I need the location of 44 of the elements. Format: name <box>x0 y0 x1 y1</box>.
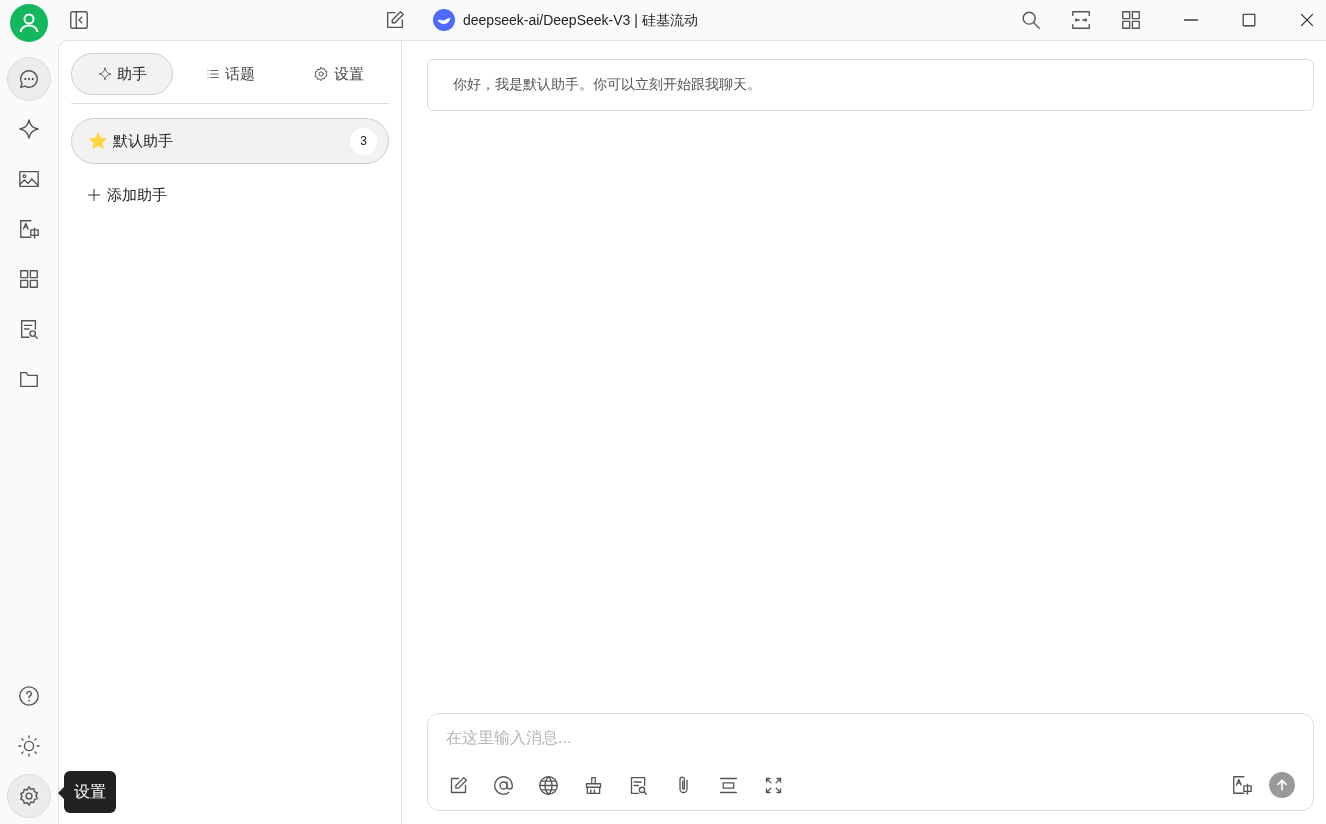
assistant-item[interactable]: 默认助手 3 <box>71 118 389 164</box>
minimize-icon <box>1184 19 1198 21</box>
help-icon <box>18 685 40 707</box>
search-icon <box>1020 9 1042 31</box>
message-text: 你好，我是默认助手。你可以立刻开始跟我聊天。 <box>427 59 1314 112</box>
model-title[interactable]: deepseek-ai/DeepSeek-V3 | 硅基流动 <box>463 9 698 31</box>
arrow-up-icon <box>1274 777 1290 793</box>
translate-icon <box>1231 774 1253 796</box>
message-input-field[interactable]: 在这里输入消息... <box>446 724 1295 752</box>
assistant-name: 默认助手 <box>113 130 173 151</box>
settings-icon <box>18 785 40 807</box>
document-search-icon <box>18 318 40 340</box>
add-assistant-button[interactable]: 添加助手 <box>86 184 167 207</box>
sun-icon <box>18 735 40 757</box>
edit-icon <box>384 9 406 31</box>
plus-icon <box>86 187 102 204</box>
settings-icon <box>312 66 329 82</box>
image-icon <box>18 168 40 190</box>
translate-icon <box>18 218 40 240</box>
star-icon <box>89 132 107 150</box>
toolbar-button[interactable] <box>536 773 560 797</box>
sparkle-icon <box>18 118 40 140</box>
apps-grid-icon <box>18 268 40 290</box>
list-icon <box>205 67 220 81</box>
send-button[interactable] <box>1269 772 1295 798</box>
apps-grid-icon <box>1120 9 1142 31</box>
toolbar-button[interactable] <box>491 773 515 797</box>
tooltip: 设置 <box>64 771 116 813</box>
translate-button[interactable] <box>1230 773 1254 797</box>
sidebar-tab[interactable]: 设置 <box>287 53 389 95</box>
fit-width-icon <box>1070 9 1092 31</box>
sidebar-tab[interactable]: 话题 <box>179 53 281 95</box>
topic-count-badge: 3 <box>350 127 377 155</box>
nav-button[interactable] <box>7 774 51 818</box>
nav-button[interactable] <box>7 57 51 101</box>
message-input-box[interactable]: 在这里输入消息... <box>427 713 1314 811</box>
sidebar-collapse-icon <box>68 9 90 31</box>
globe-icon <box>537 774 559 796</box>
sparkle-icon <box>97 67 112 81</box>
at-sign-icon <box>492 774 514 796</box>
avatar-icon[interactable] <box>10 4 48 42</box>
model-logo-icon <box>433 9 455 31</box>
sidebar-tab[interactable]: 助手 <box>71 53 173 95</box>
chat-bubble-icon <box>18 68 40 90</box>
